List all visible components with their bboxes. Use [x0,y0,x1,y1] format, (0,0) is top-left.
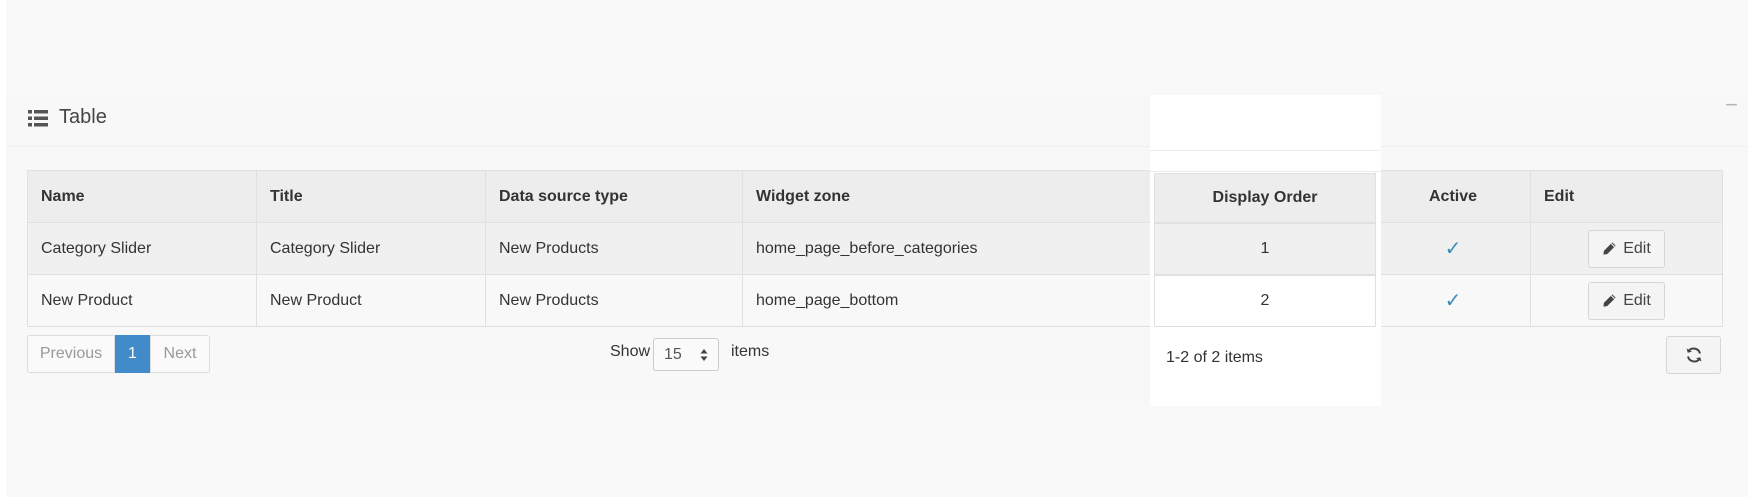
cell-display-order: 2 [1154,275,1376,327]
edit-button-label: Edit [1623,239,1651,257]
edit-button[interactable]: Edit [1588,281,1665,320]
cell-data-source-type: New Products [485,222,743,275]
show-label: Show [610,343,651,360]
sort-arrows-icon [700,349,708,361]
cell-edit: Edit [1530,222,1723,275]
column-header-data-source-type[interactable]: Data source type [485,170,743,223]
cell-widget-zone: home_page_before_categories [742,222,1154,275]
card-title: Table [59,106,107,128]
cell-name: Category Slider [27,222,257,275]
page-size-select[interactable]: 15 [653,338,719,371]
column-header-title[interactable]: Title [256,170,486,223]
edit-button-label: Edit [1623,291,1651,309]
column-header-display-order[interactable]: Display Order [1154,173,1376,223]
cell-title: New Product [256,274,486,327]
table-header-row: Name Title Data source type Widget zone … [27,170,1723,223]
column-header-active[interactable]: Active [1375,170,1531,223]
display-order-overlay: Display Order 1 2 1-2 of 2 items [1150,95,1381,406]
edit-button[interactable]: Edit [1588,229,1665,268]
list-icon [27,107,49,129]
cell-active: ✓ [1375,222,1531,275]
refresh-button[interactable] [1666,336,1721,374]
pencil-icon [1603,294,1616,307]
column-header-widget-zone[interactable]: Widget zone [742,170,1154,223]
check-icon: ✓ [1444,238,1462,260]
card-header: Table − [6,92,1748,147]
pager-info: 1-2 of 2 items [1166,349,1263,366]
column-header-name[interactable]: Name [27,170,257,223]
collapse-button[interactable]: − [1725,94,1738,116]
items-label: items [731,343,770,360]
cell-edit: Edit [1530,274,1723,327]
refresh-icon [1686,347,1701,363]
check-icon: ✓ [1444,290,1462,312]
divider [1150,171,1381,172]
cell-name: New Product [27,274,257,327]
column-header-edit: Edit [1530,170,1723,223]
previous-page-button[interactable]: Previous [27,335,115,373]
page-1-button[interactable]: 1 [115,335,150,373]
cell-active: ✓ [1375,274,1531,327]
pencil-icon [1603,242,1616,255]
cell-widget-zone: home_page_bottom [742,274,1154,327]
pagination: Previous 1 Next [27,335,210,373]
cell-title: Category Slider [256,222,486,275]
table-row: New Product New Product New Products hom… [27,274,1723,327]
table-row: Category Slider Category Slider New Prod… [27,222,1723,275]
next-page-button[interactable]: Next [150,335,210,373]
data-table: Name Title Data source type Widget zone … [27,170,1723,327]
divider [1150,150,1381,151]
cell-data-source-type: New Products [485,274,743,327]
cell-display-order: 1 [1154,223,1376,275]
page-size-value: 15 [664,345,682,363]
